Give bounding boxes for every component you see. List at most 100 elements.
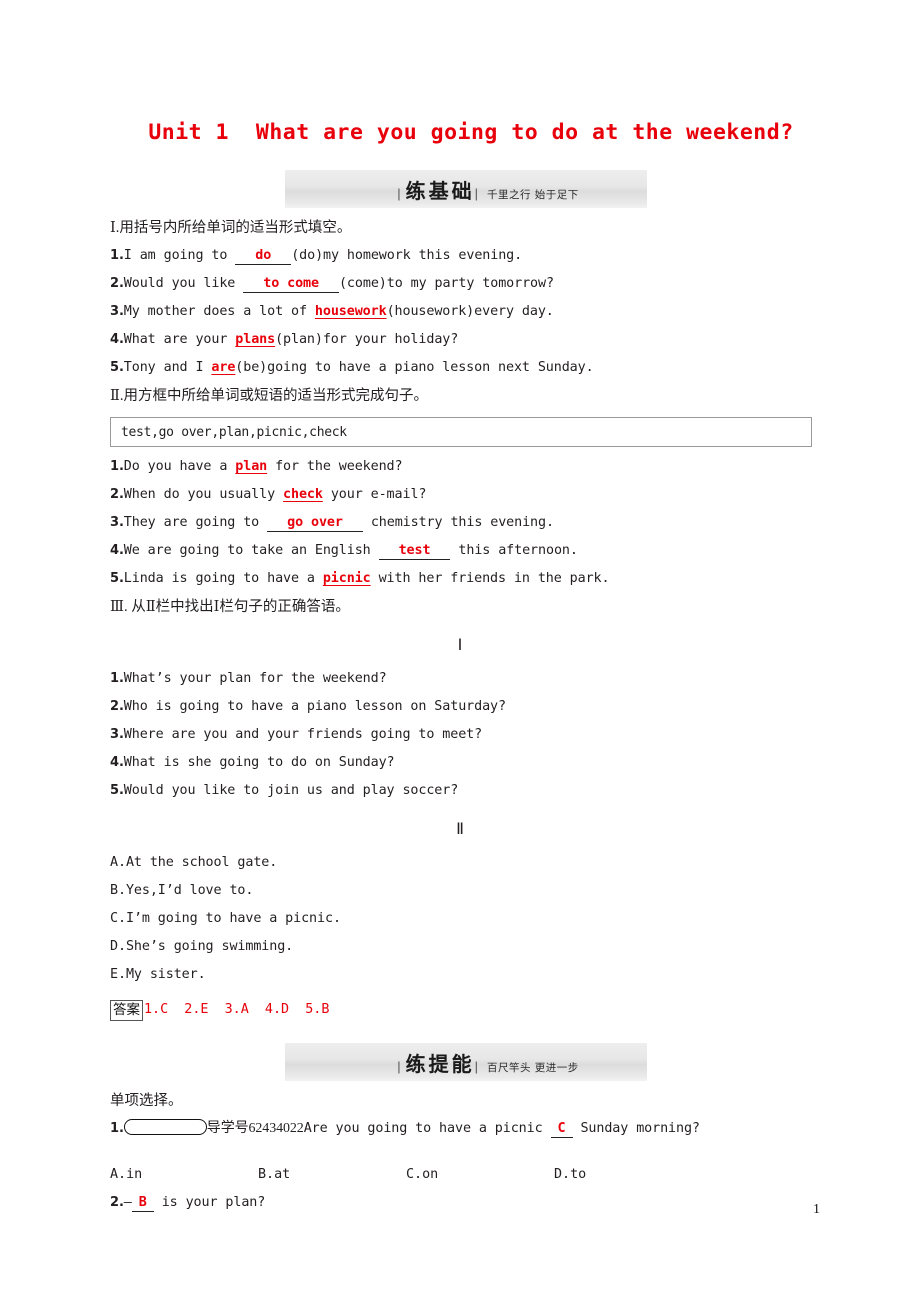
item-number: 1. [110, 248, 124, 263]
column-2-label: Ⅱ [456, 821, 464, 838]
part1-item-1: 1.I am going to do (do)my homework this e… [110, 242, 810, 270]
item-pre: Linda is going to have a [123, 571, 323, 586]
item-answer-blank: go over [267, 515, 363, 532]
item-pre: I am going to [123, 248, 236, 263]
part3-column1-item-1: 1.What’s your plan for the weekend? [110, 665, 810, 693]
banner-divider-right: | [474, 185, 478, 201]
banner-title-basics: 练基础 [405, 178, 475, 203]
item-number: 5. [110, 783, 124, 798]
item-number: 2. [110, 699, 124, 714]
item-post: your e-mail? [322, 487, 427, 502]
word-bank-text: test,go over,plan,picnic,check [121, 424, 347, 440]
item-text: Where are you and your friends going to … [123, 727, 483, 742]
item-number: 2. [110, 487, 124, 502]
part2-item-5: 5.Linda is going to have a picnic with h… [110, 565, 810, 593]
banner-divider-left: | [397, 1058, 401, 1074]
option-b[interactable]: B.at [258, 1161, 406, 1189]
item-answer-blank: B [131, 1195, 154, 1212]
item-text: She’s going swimming. [125, 939, 294, 954]
item-pre: What are your [123, 332, 236, 347]
item-letter: C. [110, 911, 126, 926]
item-text: What’s your plan for the weekend? [123, 671, 387, 686]
page-content: Unit 1 What are you going to do at the w… [110, 118, 812, 1217]
part1-item-4: 4.What are your plans(plan)for your holi… [110, 326, 810, 354]
item-number: 4. [110, 332, 124, 347]
item-pre: When do you usually [123, 487, 284, 502]
banner-divider-right: | [474, 1058, 478, 1074]
option-c[interactable]: C.on [406, 1161, 554, 1189]
item-post: chemistry this evening. [362, 515, 554, 530]
item-pre: We are going to take an English [123, 543, 379, 558]
item-number: 1. [110, 459, 124, 474]
part3-column1-item-2: 2.Who is going to have a piano lesson on… [110, 693, 810, 721]
item-pre: Are you going to have a picnic [303, 1121, 551, 1136]
part1-heading: Ⅰ.用括号内所给单词的适当形式填空。 [110, 220, 352, 236]
item-letter: A. [110, 855, 126, 870]
item-number: 3. [110, 304, 124, 319]
item-number: 2. [110, 276, 124, 291]
daoxue-pill-icon [123, 1119, 207, 1135]
item-pre: Tony and I [123, 360, 212, 375]
item-number: 2. [110, 1195, 124, 1210]
part2-item-4: 4.We are going to take an English test t… [110, 537, 810, 565]
banner-title-ability: 练提能 [405, 1051, 475, 1076]
item-post: for the weekend? [267, 459, 403, 474]
item-answer-blank: to come [243, 276, 339, 293]
part2-item-3: 3.They are going to go over chemistry th… [110, 509, 810, 537]
item-answer-blank: test [378, 543, 451, 560]
item-letter: E. [110, 967, 126, 982]
answer-key-tag: 答案 [110, 999, 143, 1021]
item-answer: picnic [322, 571, 371, 586]
option-a[interactable]: A.in [110, 1161, 258, 1189]
banner-subtitle-basics: 千里之行 始于足下 [486, 188, 579, 201]
item-letter: B. [110, 883, 126, 898]
answer-key-row: 答案 1.C 2.E 3.A 4.D 5.B [110, 999, 810, 1021]
part3-column2-item-e: E.My sister. [110, 961, 810, 989]
banner-divider-left: | [397, 185, 401, 201]
part2-item-1: 1.Do you have a plan for the weekend? [110, 453, 810, 481]
item-number: 5. [110, 360, 124, 375]
item-number: 4. [110, 543, 124, 558]
part3-column1-item-5: 5.Would you like to join us and play soc… [110, 777, 810, 805]
item-answer: plan [235, 459, 268, 474]
part4-item-1: 1. 导学号62434022Are you going to have a pic… [110, 1115, 810, 1143]
daoxue-label: 导学号 [206, 1121, 249, 1136]
item-pre: Do you have a [123, 459, 236, 474]
item-post: (be)going to have a piano lesson next Su… [235, 360, 594, 375]
item-number: 4. [110, 755, 124, 770]
item-text: At the school gate. [125, 855, 278, 870]
option-d[interactable]: D.to [554, 1161, 702, 1189]
part4-heading: 单项选择。 [110, 1093, 183, 1109]
item-text: I’m going to have a picnic. [125, 911, 341, 926]
document-page: Unit 1 What are you going to do at the w… [0, 0, 920, 1302]
part1-item-5: 5.Tony and I are(be)going to have a pian… [110, 354, 810, 382]
part3-column2-item-c: C.I’m going to have a picnic. [110, 905, 810, 933]
item-number: 1. [110, 671, 124, 686]
banner-subtitle-ability: 百尺竿头 更进一步 [486, 1061, 579, 1074]
part3-column1-item-4: 4.What is she going to do on Sunday? [110, 749, 810, 777]
section-banner-basics: | 练基础 | 千里之行 始于足下 [285, 170, 647, 208]
item-number: 5. [110, 571, 124, 586]
item-post: Sunday morning? [572, 1121, 700, 1136]
daoxue-number: 62434022 [248, 1121, 304, 1136]
part3-column2-item-b: B.Yes,I’d love to. [110, 877, 810, 905]
word-bank-box: test,go over,plan,picnic,check [110, 417, 812, 447]
part3-column2-item-d: D.She’s going swimming. [110, 933, 810, 961]
item-letter: D. [110, 939, 126, 954]
item-pre: Would you like [123, 276, 244, 291]
part3-column1-item-3: 3.Where are you and your friends going t… [110, 721, 810, 749]
item-number: 1. [110, 1121, 124, 1136]
item-answer: housework [314, 304, 387, 319]
item-pre: They are going to [123, 515, 268, 530]
item-answer: check [283, 487, 323, 502]
item-answer: are [211, 360, 236, 375]
item-answer-blank: C [550, 1121, 573, 1138]
item-post: (housework)every day. [386, 304, 554, 319]
item-post: with her friends in the park. [370, 571, 610, 586]
item-post: (do)my homework this evening. [291, 248, 523, 263]
column-1-label: Ⅰ [457, 637, 463, 654]
answer-key-values: 1.C 2.E 3.A 4.D 5.B [144, 1002, 330, 1017]
item-text: What is she going to do on Sunday? [123, 755, 395, 770]
item-post: this afternoon. [450, 543, 578, 558]
part3-column2-item-a: A.At the school gate. [110, 849, 810, 877]
